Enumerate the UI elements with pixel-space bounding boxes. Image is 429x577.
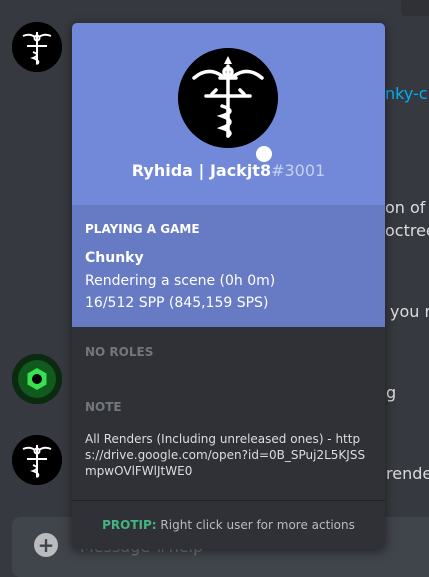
protip-footer: PROTIP: Right click user for more action… [72, 518, 385, 532]
user-profile-popout: Ryhida | Jackjt8#3001 PLAYING A GAME Chu… [72, 23, 385, 549]
username-text: Ryhida | Jackjt8 [131, 161, 272, 180]
overflow-menu-button[interactable] [401, 0, 429, 16]
activity-section: PLAYING A GAME Chunky Rendering a scene … [72, 205, 385, 327]
message-link-fragment[interactable]: nky-c [385, 84, 428, 103]
activity-game-name: Chunky [85, 250, 144, 266]
flamel-cross-icon [12, 435, 62, 485]
message-text-fragment: rende [386, 464, 429, 483]
message-text-fragment: on of a [385, 198, 429, 217]
note-heading: NOTE [85, 400, 122, 414]
footer-divider [72, 500, 385, 501]
flamel-cross-icon [12, 22, 62, 72]
message-avatar[interactable] [12, 354, 62, 404]
profile-avatar[interactable] [178, 48, 278, 166]
message-text-fragment: g [386, 383, 397, 402]
discriminator-text: #3001 [271, 161, 326, 180]
protip-label: PROTIP: [102, 518, 157, 532]
flamel-cross-icon [178, 48, 278, 148]
hexagon-icon [12, 354, 62, 404]
message-text-fragment: octree [385, 221, 429, 240]
message-text-fragment: you r [390, 302, 429, 321]
profile-header: Ryhida | Jackjt8#3001 [72, 23, 385, 205]
message-avatar[interactable] [12, 22, 62, 72]
activity-state: 16/512 SPP (845,159 SPS) [85, 295, 269, 311]
protip-text: Right click user for more actions [156, 518, 355, 532]
attach-plus-icon[interactable]: + [34, 533, 58, 557]
profile-username[interactable]: Ryhida | Jackjt8#3001 [72, 161, 385, 180]
message-avatar[interactable] [12, 435, 62, 485]
activity-heading: PLAYING A GAME [85, 222, 200, 236]
profile-body: NO ROLES NOTE All Renders (Including unr… [72, 327, 385, 549]
note-field[interactable]: All Renders (Including unreleased ones) … [85, 431, 375, 479]
activity-details: Rendering a scene (0h 0m) [85, 273, 276, 289]
roles-heading: NO ROLES [85, 345, 154, 359]
